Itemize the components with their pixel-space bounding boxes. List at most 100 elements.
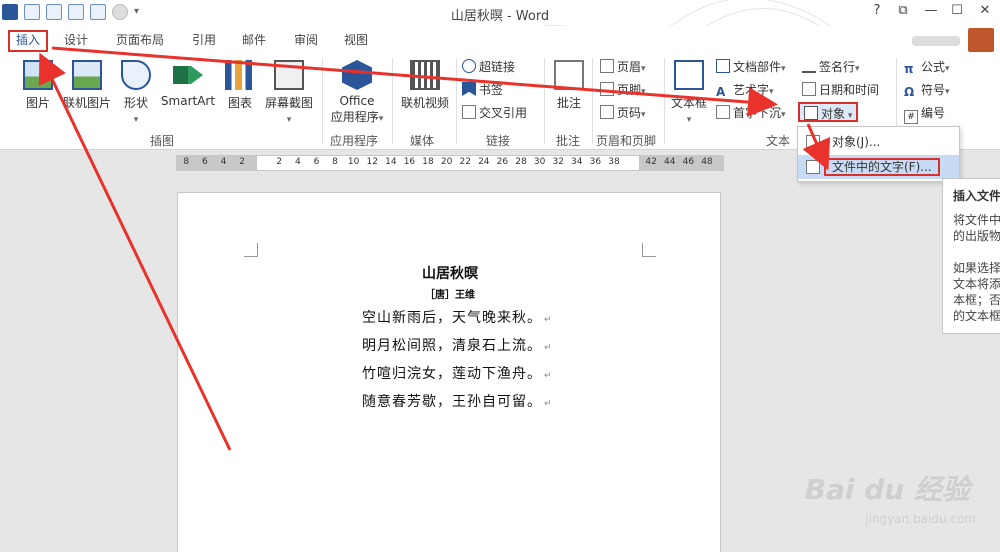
screenshot-button[interactable]: 屏幕截图 ▾	[260, 60, 318, 125]
tooltip-text: 文本将添	[953, 277, 1000, 291]
horizontal-ruler[interactable]: 8 6 4 2 2 4 6 8 10 12 14 16 18 20 22 24 26 28 30 32 34 36 38 42…	[176, 155, 724, 171]
header-icon	[600, 59, 614, 73]
textbox-icon	[674, 60, 704, 90]
ruler-tick-label: 6	[202, 157, 208, 167]
group-divider	[544, 58, 545, 144]
ruler-tick-label: 8	[183, 157, 190, 167]
ruler-tick-label: 2	[239, 157, 245, 167]
chart-button[interactable]: 图表	[224, 60, 256, 111]
group-label-text: 文本	[766, 134, 791, 148]
object-dropdown-menu: 对象(J)... 文件中的文字(F)...	[797, 126, 960, 182]
header-button[interactable]: 页眉▾	[600, 57, 646, 77]
poem-title: 山居秋暝	[422, 266, 478, 282]
symbol-button[interactable]: Ω 符号▾	[904, 80, 950, 100]
tooltip-text: 本框；否	[953, 293, 1000, 307]
ruler-numbers: 8 6 4 2 2 4 6 8 10 12 14 16 18 20 22 24 26 28 30 32 34 36 38 42…	[177, 157, 723, 167]
picture-icon	[23, 60, 53, 90]
poem-line: 随意春芳歇，王孙自可留。 ↵	[362, 394, 553, 410]
textbox-button[interactable]: 文本框 ▾	[668, 60, 710, 125]
watermark-url: jingyan.baidu.com	[865, 512, 976, 526]
baidu-watermark: Bai du 经验	[804, 473, 970, 506]
page-number-icon	[600, 105, 614, 119]
tab-review[interactable]: 审阅	[288, 30, 324, 52]
minimize-button[interactable]: —	[920, 3, 942, 18]
footer-icon	[600, 82, 614, 96]
footer-button[interactable]: 页脚▾	[600, 80, 646, 100]
tooltip-spacer	[953, 244, 1000, 260]
menu-item-text-from-file[interactable]: 文件中的文字(F)...	[798, 155, 959, 179]
pi-icon: π	[904, 62, 914, 76]
object-button[interactable]: 对象 ▾	[798, 102, 859, 122]
comment-icon	[554, 60, 584, 90]
account-name[interactable]	[912, 36, 960, 46]
ruler-tick-label: 10	[347, 157, 360, 167]
ruler-tick-label: 4	[294, 157, 301, 167]
hyperlink-button[interactable]: 超链接	[462, 57, 515, 77]
ribbon-display-button[interactable]: ⧉	[892, 3, 914, 18]
group-label-apps: 应用程序	[330, 134, 379, 148]
office-apps-button[interactable]: Office 应用程序▾	[326, 60, 388, 125]
numbering-icon: #	[904, 110, 918, 124]
online-picture-button[interactable]: 联机图片	[60, 60, 114, 111]
ruler-tick-label: 42	[645, 157, 657, 167]
ruler-tick-label: 20	[440, 157, 453, 167]
tooltip-text: 的出版物	[953, 229, 1000, 243]
wordart-icon: A	[716, 85, 726, 99]
poem-line: 竹喧归浣女，莲动下渔舟。 ↵	[362, 366, 553, 382]
bookmark-icon	[462, 82, 476, 96]
document-page[interactable]: 山居秋暝 ［唐］王维 空山新雨后，天气晚来秋。 ↵ 明月松间照，清泉石上流。 ↵ 竹…	[177, 192, 721, 552]
tab-references[interactable]: 引用	[186, 30, 222, 52]
help-button[interactable]: ?	[866, 3, 888, 18]
cross-reference-button[interactable]: 交叉引用	[462, 103, 527, 123]
menu-item-object[interactable]: 对象(J)...	[798, 130, 959, 154]
tab-page-layout[interactable]: 页面布局	[110, 30, 170, 52]
title-bar: ▾ 山居秋暝 - Word ? ⧉ — ☐ ✕	[0, 0, 1000, 56]
smartart-button[interactable]: SmartArt	[158, 60, 218, 108]
comment-button[interactable]: 批注	[550, 60, 588, 111]
equation-button[interactable]: π 公式▾	[904, 57, 950, 77]
ruler-tick-label: 8	[332, 157, 338, 167]
tab-mailings[interactable]: 邮件	[236, 30, 272, 52]
ruler-tick-label: 28	[515, 157, 527, 167]
numbering-button[interactable]: # 编号	[904, 103, 945, 124]
ruler-tick-label: 12	[366, 157, 378, 167]
wordart-button[interactable]: A 艺术字▾	[716, 80, 774, 100]
date-time-button[interactable]: 日期和时间	[802, 80, 879, 100]
tab-view[interactable]: 视图	[338, 30, 374, 52]
online-video-button[interactable]: 联机视频	[396, 60, 454, 111]
group-divider	[322, 58, 323, 144]
group-divider	[592, 58, 593, 144]
quick-parts-button[interactable]: 文档部件▾	[716, 57, 786, 77]
ruler-tick-label: 30	[533, 157, 546, 167]
drop-cap-button[interactable]: 首字下沉▾	[716, 103, 786, 123]
object-icon	[806, 135, 820, 149]
ruler-tick-label: 16	[403, 157, 416, 167]
tooltip: 插入文件 将文件中 的出版物 如果选择 文本将添 本框；否 的文本框	[942, 178, 1000, 334]
ruler-tick-label: 38	[608, 157, 620, 167]
ruler-tick-label: 2	[276, 157, 283, 167]
bookmark-button[interactable]: 书签	[462, 80, 503, 100]
document-icon	[806, 160, 820, 174]
object-icon	[804, 106, 818, 120]
picture-button[interactable]: 图片	[20, 60, 56, 111]
tab-insert[interactable]: 插入	[8, 30, 49, 52]
ruler-tick-label: 44	[664, 157, 676, 167]
word-window: ▾ 山居秋暝 - Word ? ⧉ — ☐ ✕ 插入 设计 页面布局 引用 邮件…	[0, 0, 1000, 552]
maximize-button[interactable]: ☐	[946, 3, 968, 18]
office-icon	[342, 60, 372, 90]
close-button[interactable]: ✕	[974, 3, 996, 18]
margin-corner-mark	[244, 243, 258, 257]
ruler-tick-label: 36	[589, 157, 602, 167]
video-icon	[410, 60, 440, 90]
avatar[interactable]	[968, 28, 994, 52]
poem-line: 空山新雨后，天气晚来秋。 ↵	[362, 310, 553, 326]
ruler-tick-label: 22	[459, 157, 471, 167]
page-number-button[interactable]: 页码▾	[600, 103, 646, 123]
ruler-tick-label: 48	[701, 157, 713, 167]
signature-line-button[interactable]: 签名行▾	[802, 57, 860, 77]
quick-parts-icon	[716, 59, 730, 73]
tooltip-title: 插入文件	[953, 189, 1000, 203]
tab-design[interactable]: 设计	[58, 30, 94, 52]
omega-icon: Ω	[904, 85, 915, 99]
shapes-button[interactable]: 形状 ▾	[118, 60, 154, 125]
